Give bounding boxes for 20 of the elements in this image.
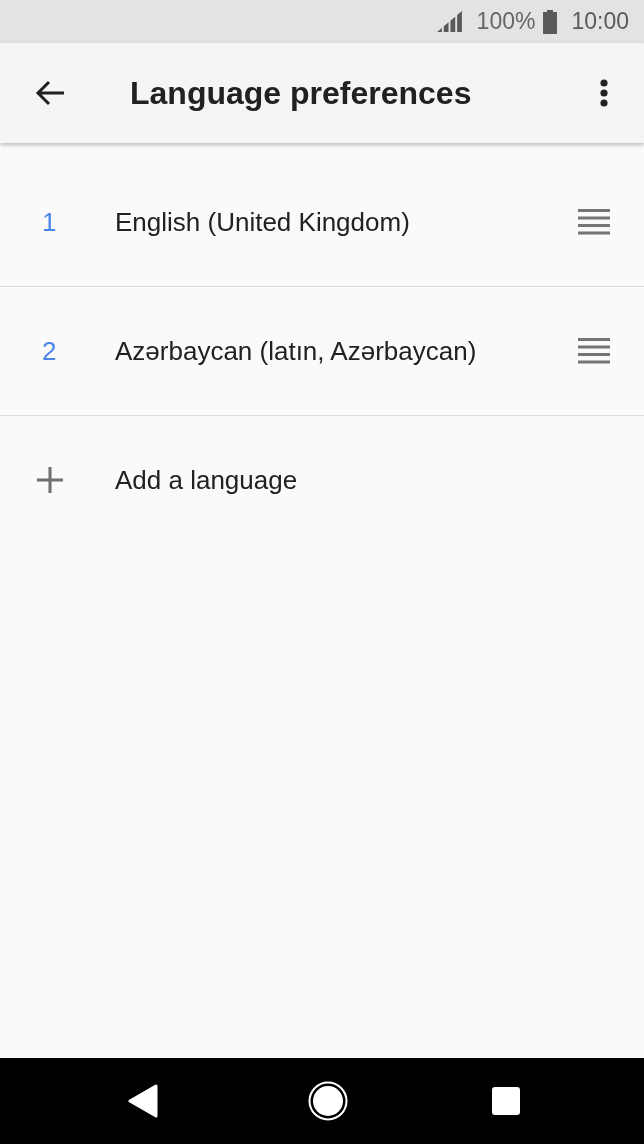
back-triangle-icon[interactable] [128, 1084, 158, 1118]
battery-percent: 100% [476, 8, 536, 35]
plus-icon [37, 467, 63, 493]
clock-time: 10:00 [571, 8, 629, 35]
home-circle-icon[interactable] [308, 1081, 348, 1121]
add-language-item[interactable]: Add a language [0, 416, 644, 544]
screen-title: Language preferences [130, 74, 473, 112]
language-item[interactable]: 2 Azərbaycan (latın, Azərbaycan) [0, 287, 644, 416]
language-name: English (United Kingdom) [115, 206, 411, 238]
language-position: 2 [41, 335, 58, 367]
drag-handle-icon[interactable] [578, 209, 610, 235]
add-language-label: Add a language [115, 464, 299, 496]
battery-icon [543, 9, 558, 34]
language-position: 1 [41, 206, 58, 238]
drag-handle-icon[interactable] [578, 338, 610, 364]
language-name: Azərbaycan (latın, Azərbaycan) [115, 335, 478, 367]
more-options-icon [600, 79, 608, 107]
back-arrow-icon [35, 80, 65, 106]
language-item[interactable]: 1 English (United Kingdom) [0, 158, 644, 287]
signal-icon [436, 11, 462, 32]
